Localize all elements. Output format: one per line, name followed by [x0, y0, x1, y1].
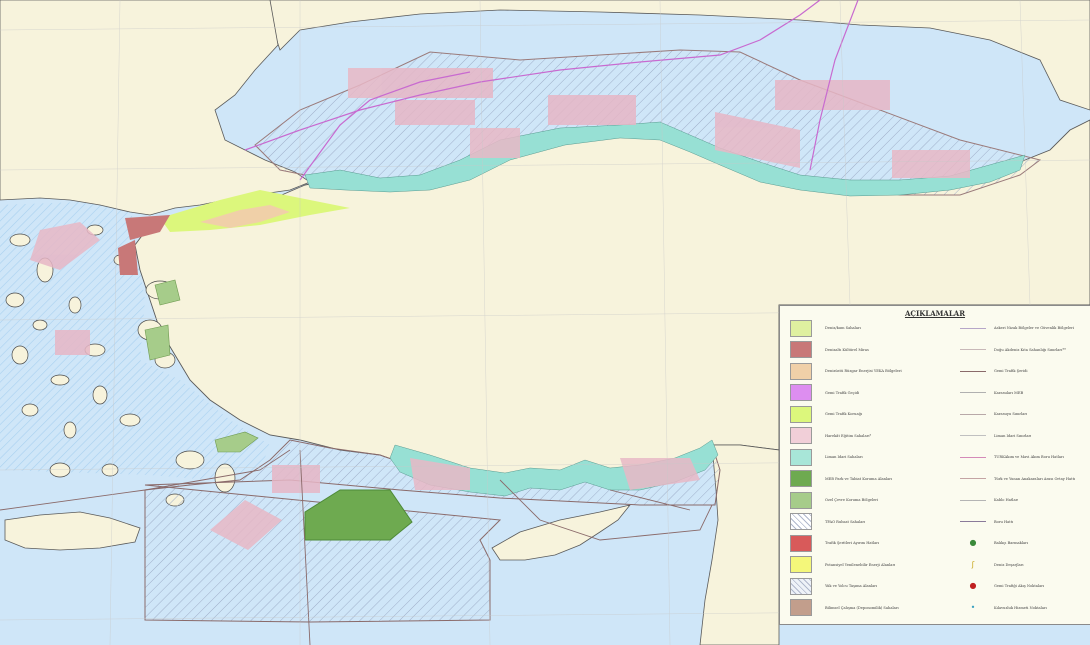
- legend-line-symbol: [960, 435, 986, 436]
- legend-label: Bilimsel Çalışma (Deponomilik) Sahaları: [825, 605, 899, 610]
- legend-label: Türk ve Yunan Anakaraları Arası Ortay Ha…: [994, 476, 1076, 481]
- legend-swatch: [790, 534, 812, 552]
- legend-label: Boru Hattı: [994, 519, 1014, 524]
- legend-swatch: [790, 513, 812, 530]
- legend-line-symbol: [960, 327, 986, 329]
- legend-item: Boru Hattı: [960, 512, 1090, 532]
- legend-label: Askeri Nizak Bölgeler ve Güvenlik Bölgel…: [994, 326, 1075, 330]
- legend-label: Gemi Trafik Geçidi: [825, 390, 860, 395]
- legend-label: Trafik Şeritleri Ayırım Hatları: [825, 541, 880, 545]
- legend-item: Karasuları MEB: [960, 383, 1090, 403]
- legend-item: ʃ Deniz Deşarjları: [960, 555, 1090, 575]
- legend-line-symbol: [960, 392, 986, 393]
- legend-label: Denizüstü Rüzgar Enerjisi YEKA Bölgeleri: [825, 369, 902, 373]
- legend-item: TÜRKAkım ve Mavi Akım Boru Hatları: [960, 447, 1090, 467]
- legend-item: Harekât Eğitim Sahaları*: [790, 426, 960, 446]
- legend-label: Kılavuzluk Hizmeti Noktaları: [994, 605, 1047, 610]
- legend-item: Yük ve Yolcu Taşıma Alanları: [790, 576, 960, 596]
- legend-item: ● Balıkçı Barınakları: [960, 533, 1090, 553]
- legend-label: Karasuyu Sınırları: [994, 412, 1028, 416]
- legend-label: Harekât Eğitim Sahaları*: [825, 433, 872, 438]
- legend-label: Yük ve Yolcu Taşıma Alanları: [825, 584, 878, 588]
- legend-item: Trafik Şeritleri Ayırım Hatları: [790, 533, 960, 553]
- legend-label: Özel Çevre Koruma Bölgeleri: [825, 498, 879, 502]
- legend-swatch: [790, 384, 812, 401]
- legend-swatch: [790, 448, 812, 466]
- legend-swatch: [790, 362, 812, 380]
- legend-item: Gemi Trafik Koruağı: [790, 404, 960, 424]
- legend-label: Potansiyel Yenilenebilir Enerji Alanları: [825, 562, 896, 567]
- legend-label: Liman İdari Sınırları: [994, 433, 1032, 438]
- map-legend: AÇIKLAMALAR Deniz/kum Sahaları Denizaltı …: [779, 305, 1090, 625]
- legend-point-symbol: ●: [969, 538, 977, 547]
- legend-label: Kablo Hatları: [994, 498, 1019, 502]
- legend-point-symbol: •: [970, 602, 976, 612]
- legend-swatch: [790, 470, 812, 487]
- legend-item: Liman İdari Sahaları: [790, 447, 960, 467]
- legend-label: Liman İdari Sahaları: [825, 455, 863, 459]
- legend-item: Doğu Akdeniz Kıta Sahanlığı Sınırları**: [960, 340, 1090, 360]
- legend-item: Türk ve Yunan Anakaraları Arası Ortay Ha…: [960, 469, 1090, 489]
- legend-label: Gemi Trafik Koruağı: [825, 412, 863, 416]
- legend-swatch: [790, 599, 812, 616]
- legend-label: Deniz Deşarjları: [994, 562, 1024, 567]
- legend-item: Liman İdari Sınırları: [960, 426, 1090, 446]
- legend-item: ● Gemi Trafiği Akış Noktaları: [960, 576, 1090, 596]
- legend-swatch: [790, 341, 812, 358]
- legend-label: TPAO Ruhsat Sahaları: [825, 519, 866, 524]
- legend-line-symbol: [960, 349, 986, 350]
- legend-label: Doğu Akdeniz Kıta Sahanlığı Sınırları**: [994, 347, 1066, 352]
- legend-swatch: [790, 577, 812, 595]
- legend-swatch: [790, 491, 812, 509]
- legend-item: TPAO Ruhsat Sahaları: [790, 512, 960, 532]
- legend-point-symbol: ●: [969, 581, 977, 590]
- legend-label: Deniz/kum Sahaları: [825, 326, 861, 330]
- legend-label: Gemi Trafik Şeridi: [994, 369, 1028, 373]
- legend-item: Denizaltı Kültürel Miras: [790, 340, 960, 360]
- legend-item: Kablo Hatları: [960, 490, 1090, 510]
- legend-line-symbol: [960, 521, 986, 522]
- legend-item: Denizüstü Rüzgar Enerjisi YEKA Bölgeleri: [790, 361, 960, 381]
- legend-label: Karasuları MEB: [994, 390, 1024, 395]
- legend-item: Gemi Trafik Geçidi: [790, 383, 960, 403]
- legend-item: • Kılavuzluk Hizmeti Noktaları: [960, 598, 1090, 618]
- legend-label: Balıkçı Barınakları: [994, 541, 1029, 545]
- legend-item: Askeri Nizak Bölgeler ve Güvenlik Bölgel…: [960, 318, 1090, 338]
- legend-label: MEB Park ve Tabiat Koruma Alanları: [825, 476, 893, 481]
- legend-swatch: [790, 556, 812, 573]
- legend-line-symbol: [960, 456, 986, 458]
- legend-label: Denizaltı Kültürel Miras: [825, 347, 869, 352]
- legend-line-symbol: [960, 370, 986, 372]
- legend-swatch: [790, 427, 812, 444]
- legend-item: Bilimsel Çalışma (Deponomilik) Sahaları: [790, 598, 960, 618]
- legend-line-symbol: [960, 499, 986, 501]
- legend-item: Deniz/kum Sahaları: [790, 318, 960, 338]
- legend-line-symbol: [960, 413, 986, 415]
- legend-label: Gemi Trafiği Akış Noktaları: [994, 584, 1045, 588]
- legend-swatch: [790, 319, 812, 337]
- legend-point-symbol: ʃ: [971, 559, 975, 569]
- legend-item: Gemi Trafik Şeridi: [960, 361, 1090, 381]
- legend-item: Karasuyu Sınırları: [960, 404, 1090, 424]
- legend-line-symbol: [960, 478, 986, 479]
- legend-title: AÇIKLAMALAR: [904, 309, 966, 318]
- legend-swatch: [790, 405, 812, 423]
- legend-item: Özel Çevre Koruma Bölgeleri: [790, 490, 960, 510]
- legend-item: Potansiyel Yenilenebilir Enerji Alanları: [790, 555, 960, 575]
- legend-item: MEB Park ve Tabiat Koruma Alanları: [790, 469, 960, 489]
- legend-label: TÜRKAkım ve Mavi Akım Boru Hatları: [994, 455, 1064, 459]
